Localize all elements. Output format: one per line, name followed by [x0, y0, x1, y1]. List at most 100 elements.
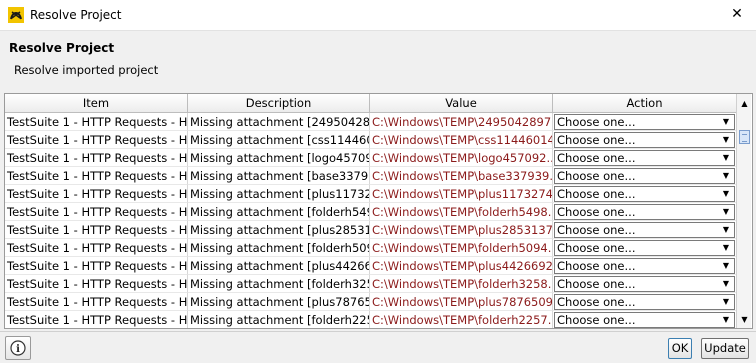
action-cell: Choose one... ▼	[553, 113, 736, 131]
info-icon: i	[10, 340, 26, 356]
action-dropdown-value: Choose one...	[557, 223, 636, 237]
description-cell: Missing attachment [plus787650...	[188, 293, 370, 311]
action-dropdown[interactable]: Choose one... ▼	[554, 222, 735, 238]
chevron-down-icon[interactable]: ▼	[720, 115, 732, 129]
chevron-down-icon[interactable]: ▼	[720, 151, 732, 165]
scroll-down-icon[interactable]: ▼	[738, 312, 751, 326]
action-dropdown[interactable]: Choose one... ▼	[554, 312, 735, 328]
item-cell: TestSuite 1 - HTTP Requests - H...	[5, 167, 188, 185]
title-bar: Resolve Project ✕	[0, 0, 756, 31]
action-dropdown[interactable]: Choose one... ▼	[554, 186, 735, 202]
chevron-down-icon[interactable]: ▼	[720, 223, 732, 237]
table-row[interactable]: TestSuite 1 - HTTP Requests - H... Missin…	[5, 275, 736, 293]
table-row[interactable]: TestSuite 1 - HTTP Requests - H... Missin…	[5, 167, 736, 185]
action-cell: Choose one... ▼	[553, 239, 736, 257]
chevron-down-icon[interactable]: ▼	[720, 205, 732, 219]
action-dropdown[interactable]: Choose one... ▼	[554, 258, 735, 274]
table-row[interactable]: TestSuite 1 - HTTP Requests - H... Missin…	[5, 293, 736, 311]
action-dropdown[interactable]: Choose one... ▼	[554, 204, 735, 220]
action-cell: Choose one... ▼	[553, 221, 736, 239]
update-button[interactable]: Update	[701, 338, 749, 359]
value-cell: C:\Windows\TEMP\logo457092...	[370, 149, 553, 167]
chevron-down-icon[interactable]: ▼	[720, 169, 732, 183]
resolve-table: Item Description Value Action TestSuite …	[4, 93, 753, 329]
table-row[interactable]: TestSuite 1 - HTTP Requests - H... Missin…	[5, 131, 736, 149]
info-button[interactable]: i	[5, 336, 31, 360]
dialog-banner: Resolve Project Resolve imported project	[0, 31, 756, 87]
action-dropdown[interactable]: Choose one... ▼	[554, 114, 735, 130]
close-icon: ✕	[731, 6, 743, 22]
value-cell: C:\Windows\TEMP\folderh5498...	[370, 203, 553, 221]
action-dropdown-value: Choose one...	[557, 133, 636, 147]
action-cell: Choose one... ▼	[553, 149, 736, 167]
action-dropdown-value: Choose one...	[557, 241, 636, 255]
value-cell: C:\Windows\TEMP\base337939...	[370, 167, 553, 185]
action-cell: Choose one... ▼	[553, 131, 736, 149]
table-row[interactable]: TestSuite 1 - HTTP Requests - H... Missin…	[5, 149, 736, 167]
chevron-down-icon[interactable]: ▼	[720, 187, 732, 201]
value-cell: C:\Windows\TEMP\css11446014...	[370, 131, 553, 149]
action-dropdown-value: Choose one...	[557, 277, 636, 291]
table-row[interactable]: TestSuite 1 - HTTP Requests - H... Missin…	[5, 203, 736, 221]
chevron-down-icon[interactable]: ▼	[720, 277, 732, 291]
close-button[interactable]: ✕	[724, 2, 750, 26]
item-cell: TestSuite 1 - HTTP Requests - H...	[5, 131, 188, 149]
scroll-up-icon[interactable]: ▲	[738, 96, 751, 110]
value-cell: C:\Windows\TEMP\plus4426692...	[370, 257, 553, 275]
value-cell: C:\Windows\TEMP\folderh2257...	[372, 311, 553, 328]
table-header: Item Description Value Action	[5, 94, 736, 113]
action-dropdown-value: Choose one...	[557, 115, 636, 129]
action-dropdown[interactable]: Choose one... ▼	[554, 240, 735, 256]
action-cell: Choose one... ▼	[553, 311, 736, 328]
item-cell: TestSuite 1 - HTTP Requests - H...	[7, 311, 188, 328]
table-row[interactable]: TestSuite 1 - HTTP Requests - H... Missin…	[5, 113, 736, 131]
item-cell: TestSuite 1 - HTTP Requests - H...	[5, 239, 188, 257]
column-header-value[interactable]: Value	[370, 94, 553, 112]
column-header-description[interactable]: Description	[188, 94, 370, 112]
item-cell: TestSuite 1 - HTTP Requests - H...	[5, 149, 188, 167]
action-dropdown[interactable]: Choose one... ▼	[554, 294, 735, 310]
action-dropdown[interactable]: Choose one... ▼	[554, 276, 735, 292]
chevron-down-icon[interactable]: ▼	[720, 133, 732, 147]
chevron-down-icon[interactable]: ▼	[720, 241, 732, 255]
table-row[interactable]: TestSuite 1 - HTTP Requests - H... Missin…	[5, 185, 736, 203]
footer-divider	[0, 331, 756, 332]
table-row[interactable]: TestSuite 1 - HTTP Requests - H... Missin…	[5, 257, 736, 275]
chevron-down-icon[interactable]: ▼	[720, 313, 732, 327]
action-dropdown-value: Choose one...	[557, 313, 636, 327]
value-cell: C:\Windows\TEMP\folderh5094...	[370, 239, 553, 257]
description-cell: Missing attachment [logo45709...	[188, 149, 370, 167]
value-cell: C:\Windows\TEMP\plus2853137...	[370, 221, 553, 239]
action-dropdown[interactable]: Choose one... ▼	[554, 168, 735, 184]
description-cell: Missing attachment [plus285313...	[188, 221, 370, 239]
value-cell: C:\Windows\TEMP\plus7876509...	[370, 293, 553, 311]
action-dropdown-value: Choose one...	[557, 169, 636, 183]
description-cell: Missing attachment [folderh509...	[188, 239, 370, 257]
action-cell: Choose one... ▼	[553, 293, 736, 311]
action-dropdown-value: Choose one...	[557, 187, 636, 201]
action-dropdown[interactable]: Choose one... ▼	[554, 150, 735, 166]
table-row[interactable]: TestSuite 1 - HTTP Requests - H... Missin…	[5, 221, 736, 239]
item-cell: TestSuite 1 - HTTP Requests - H...	[5, 221, 188, 239]
chevron-down-icon[interactable]: ▼	[720, 259, 732, 273]
scroll-thumb[interactable]	[739, 130, 750, 144]
item-cell: TestSuite 1 - HTTP Requests - H...	[5, 185, 188, 203]
ok-button[interactable]: OK	[668, 338, 692, 359]
app-logo-icon	[8, 7, 24, 23]
dialog-description: Resolve imported project	[14, 63, 159, 77]
table-row[interactable]: TestSuite 1 - HTTP Requests - H... Missin…	[5, 311, 736, 328]
chevron-down-icon[interactable]: ▼	[720, 295, 732, 309]
description-cell: Missing attachment [249504289...	[188, 113, 370, 131]
table-row[interactable]: TestSuite 1 - HTTP Requests - H... Missin…	[5, 239, 736, 257]
vertical-scrollbar[interactable]: ▲ ▼	[736, 94, 751, 328]
item-cell: TestSuite 1 - HTTP Requests - H...	[5, 113, 188, 131]
action-dropdown[interactable]: Choose one... ▼	[554, 132, 735, 148]
column-header-item[interactable]: Item	[5, 94, 188, 112]
description-cell: Missing attachment [folderh549...	[188, 203, 370, 221]
description-cell: Missing attachment [plus117327...	[188, 185, 370, 203]
value-cell: C:\Windows\TEMP\2495042897...	[370, 113, 553, 131]
value-cell: C:\Windows\TEMP\plus1173274...	[370, 185, 553, 203]
description-cell: Missing attachment [folderh225...	[190, 311, 370, 328]
column-header-action[interactable]: Action	[553, 94, 736, 112]
action-cell: Choose one... ▼	[553, 257, 736, 275]
